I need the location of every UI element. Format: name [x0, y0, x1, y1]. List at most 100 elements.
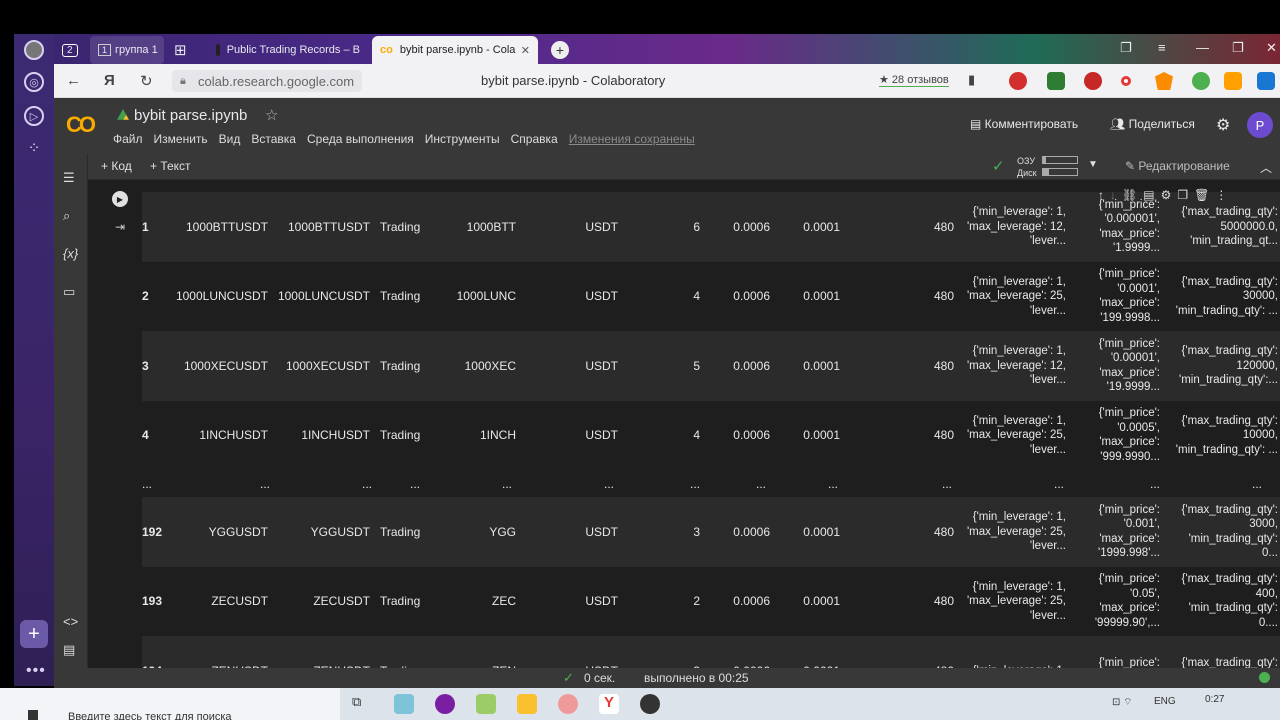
settings-gear-icon[interactable]: ⚙ — [1216, 115, 1230, 135]
cell-price: {'min_price': '0.001','max_price': '1999.9… — [1072, 497, 1160, 567]
apps-grid-icon[interactable]: ⁘ — [24, 138, 44, 158]
task-view-icon[interactable]: ⧉ — [352, 694, 372, 714]
menu-item[interactable]: Изменить — [154, 132, 208, 146]
avatar[interactable]: P — [1247, 112, 1273, 138]
tab-counter[interactable]: 2 — [58, 36, 86, 64]
cell-settings-gear-icon[interactable]: ⚙ — [1161, 188, 1172, 202]
cell-line: 'min_trading_qty':... — [1179, 374, 1278, 386]
extension-icon[interactable] — [1192, 72, 1210, 90]
saved-status[interactable]: Изменения сохранены — [569, 132, 695, 146]
url-field[interactable]: 🔒︎ colab.research.google.com — [172, 70, 362, 92]
chevron-up-icon[interactable]: ︿ — [1260, 159, 1272, 176]
comment-icon[interactable]: ▤ — [1143, 188, 1154, 202]
menu-item[interactable]: Вставка — [251, 132, 296, 146]
comment-button[interactable]: ▤ Комментировать — [970, 117, 1078, 131]
adblock-icon[interactable] — [1009, 72, 1027, 90]
extension-icon[interactable] — [1224, 72, 1242, 90]
file-explorer-icon[interactable] — [517, 694, 537, 714]
taskbar-search[interactable]: Введите здесь текст для поиска — [68, 711, 232, 720]
connected-check-icon: ✓ — [992, 158, 1005, 175]
mirror-cell-icon[interactable]: ❐ — [1177, 188, 1188, 202]
resources-label[interactable]: ОЗУ Диск — [1017, 155, 1037, 179]
colab-logo[interactable]: CO — [66, 112, 96, 138]
messenger-icon[interactable]: ◎ — [24, 72, 44, 92]
link-icon[interactable]: ⛓ — [1122, 188, 1137, 202]
menu-icon[interactable]: ≡ — [1158, 40, 1166, 55]
close-tab-icon[interactable]: ✕ — [521, 44, 530, 57]
clock[interactable]: 0:27 — [1205, 694, 1224, 705]
paint-icon[interactable] — [558, 694, 578, 714]
tor-browser-icon[interactable] — [435, 694, 455, 714]
ram-label: ОЗУ — [1017, 156, 1036, 166]
variables-icon[interactable]: {x} — [63, 246, 78, 261]
menu-item[interactable]: Среда выполнения — [307, 132, 414, 146]
language-indicator[interactable]: ENG — [1154, 696, 1176, 707]
yandex-browser-icon[interactable]: Y — [599, 694, 619, 714]
elapsed-time[interactable]: 0 сек. — [584, 671, 615, 685]
menu-item[interactable]: Файл — [113, 132, 143, 146]
extension-icon[interactable] — [1084, 72, 1102, 90]
steam-icon[interactable] — [640, 694, 660, 714]
extension-icon[interactable] — [1047, 72, 1065, 90]
minimize-icon[interactable]: — — [1196, 40, 1209, 55]
new-tab-button[interactable]: + — [551, 36, 575, 64]
chevron-down-icon[interactable]: ▼ — [1088, 159, 1098, 170]
table-row: 4 1INCHUSDT 1INCHUSDT Trading 1INCH USDT 4 0.00… — [142, 400, 1280, 470]
toc-icon[interactable]: ☰ — [63, 170, 75, 186]
bookmark-panel-icon[interactable]: ❐ — [1120, 40, 1132, 56]
reload-icon[interactable]: ↻ — [140, 72, 153, 90]
reviews-link[interactable]: ★ 28 отзывов — [879, 73, 949, 87]
cell-alias: 1000XECUSDT — [285, 358, 370, 373]
back-icon[interactable]: ← — [66, 72, 81, 89]
network-icon[interactable]: ⊡ ⌔ — [1112, 696, 1133, 709]
tab-public-trading[interactable]: Public Trading Records – B — [208, 36, 368, 64]
sidebar-add-button[interactable]: + — [20, 620, 48, 648]
windows-start-icon[interactable] — [28, 710, 38, 720]
cell-line: 'lever... — [1029, 374, 1066, 386]
address-bar: ← Я ↻ 🔒︎ colab.research.google.com bybit… — [54, 64, 1280, 98]
brave-icon[interactable] — [1155, 72, 1173, 90]
app-icon[interactable] — [394, 694, 414, 714]
code-snippets-icon[interactable]: <> — [63, 614, 78, 629]
sidebar-more-icon[interactable]: ••• — [26, 662, 46, 680]
translate-icon[interactable] — [1257, 72, 1275, 90]
terminal-icon[interactable]: ▤ — [63, 642, 75, 658]
output-menu-icon[interactable]: ⇥ — [115, 220, 125, 234]
move-down-icon[interactable]: ↓ — [1110, 188, 1116, 202]
colab-favicon-icon: co — [380, 44, 393, 56]
search-icon[interactable]: ⌕ — [63, 208, 70, 224]
edit-mode-button[interactable]: ✎ Редактирование — [1125, 159, 1230, 173]
cell-name: ZECUSDT — [211, 594, 268, 609]
notepad-icon[interactable] — [476, 694, 496, 714]
menu-item[interactable]: Справка — [511, 132, 558, 146]
cell-line: {'min_price': — [1098, 657, 1160, 668]
cell-line: 400, — [1255, 587, 1278, 600]
new-group-icon[interactable]: ⊞ — [166, 36, 190, 64]
record-icon[interactable] — [1121, 76, 1131, 86]
delete-icon[interactable]: 🗑︎ — [1194, 188, 1209, 202]
bookmark-icon[interactable]: ▮ — [968, 72, 975, 88]
yandex-icon[interactable]: Я — [104, 72, 115, 89]
cell-qty: {'max_trading_qty': 3000,'min_trading_qty… — [1168, 497, 1278, 567]
more-vert-icon[interactable]: ⋮ — [1215, 188, 1227, 202]
restore-icon[interactable]: ❐ — [1232, 40, 1244, 56]
menu-item[interactable]: Инструменты — [425, 132, 500, 146]
notebook-title[interactable]: bybit parse.ipynb — [134, 107, 247, 124]
star-icon[interactable]: ☆ — [265, 106, 278, 124]
run-cell-button[interactable]: ▶ — [112, 191, 128, 207]
add-code-button[interactable]: + Код — [101, 159, 132, 173]
profile-icon[interactable] — [24, 40, 44, 60]
cell-quote: USDT — [562, 636, 618, 668]
ellipsis-cell: ... — [1054, 476, 1065, 491]
play-icon[interactable]: ▷ — [24, 106, 44, 126]
menu-item[interactable]: Вид — [219, 132, 241, 146]
tab-group[interactable]: 1 группа 1 — [90, 36, 164, 64]
cell-scale: 4 — [693, 289, 700, 304]
folder-icon[interactable]: ▭ — [63, 284, 75, 300]
tab-colab[interactable]: co bybit parse.ipynb - Cola ✕ — [372, 36, 538, 64]
add-text-button[interactable]: + Текст — [150, 159, 191, 173]
share-button[interactable]: 👥︎ Поделиться — [1110, 117, 1195, 131]
close-window-icon[interactable]: ✕ — [1266, 40, 1277, 56]
move-up-icon[interactable]: ↑ — [1098, 188, 1104, 202]
tab-group-label: группа 1 — [115, 44, 158, 56]
